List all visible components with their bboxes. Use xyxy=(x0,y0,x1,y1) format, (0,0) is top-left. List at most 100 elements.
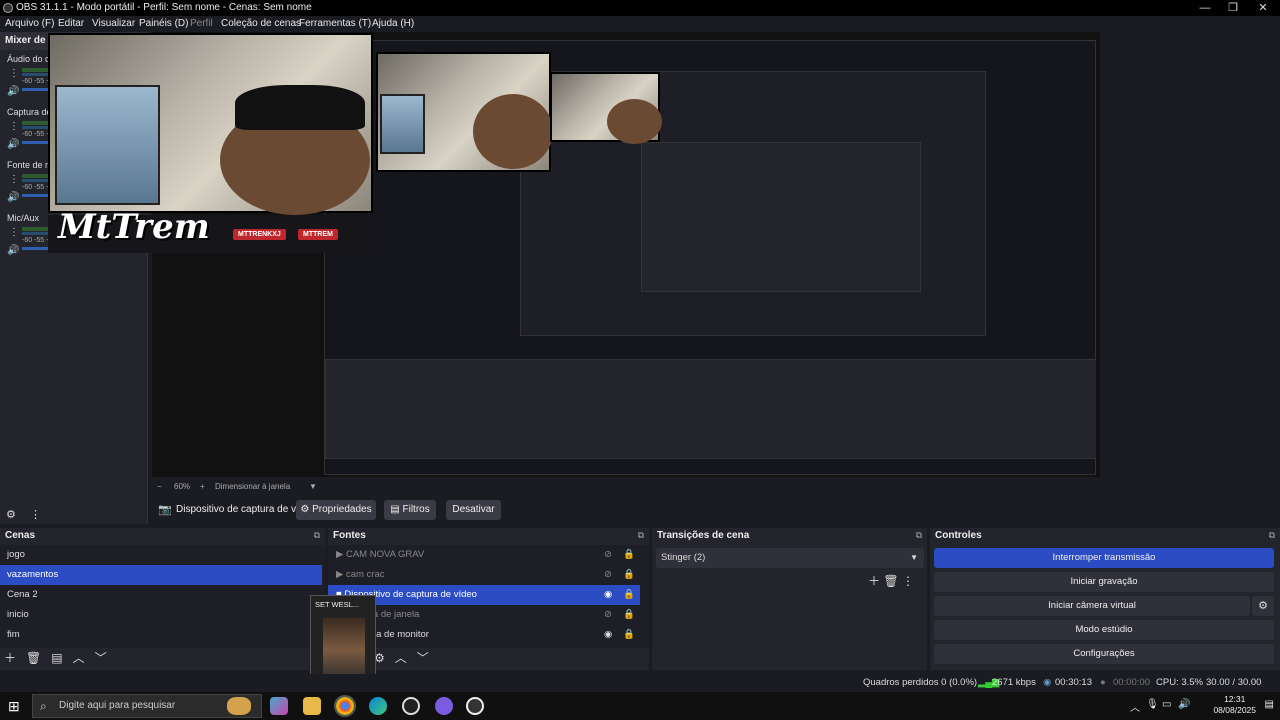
advanced-audio-icon[interactable]: ⚙ xyxy=(6,508,16,521)
move-down-icon[interactable]: ﹀ xyxy=(95,651,107,665)
scene-filters-icon[interactable]: ▤ xyxy=(51,651,62,665)
studio-mode-button[interactable]: Modo estúdio xyxy=(934,620,1274,640)
float-dock-icon[interactable]: ⧉ xyxy=(916,528,922,543)
move-up-icon[interactable]: ︿ xyxy=(73,651,85,665)
scene-item[interactable]: Cena 2 xyxy=(0,585,322,605)
windows-start-icon[interactable]: ⊞ xyxy=(8,699,22,713)
source-name: CAM NOVA GRAV xyxy=(345,549,425,560)
sources-header: Fontes ⧉ xyxy=(328,528,649,543)
resize-to-window[interactable]: Dimensionar à janela xyxy=(215,482,290,491)
lock-icon[interactable]: 🔒 xyxy=(623,565,635,585)
scene-item[interactable]: fim xyxy=(0,625,322,645)
gear-icon: ⚙ xyxy=(300,504,313,515)
lock-icon[interactable]: 🔒 xyxy=(623,545,635,565)
menu-file[interactable]: Arquivo (F) xyxy=(5,16,54,32)
virtual-camera-settings-icon[interactable]: ⚙ xyxy=(1252,596,1274,616)
copilot-icon[interactable] xyxy=(270,697,288,715)
transition-menu-icon[interactable]: ⋮ xyxy=(902,574,914,588)
float-dock-icon[interactable]: ⧉ xyxy=(1269,528,1275,543)
channel-menu-icon[interactable]: ⋮ xyxy=(9,174,19,185)
volume-icon[interactable]: 🔊 xyxy=(1178,699,1190,710)
eye-icon[interactable]: ◉ xyxy=(604,585,612,605)
scene-item[interactable]: vazamentos xyxy=(0,565,322,585)
eye-hidden-icon[interactable]: ⊘ xyxy=(604,565,612,585)
menu-scene-collection[interactable]: Coleção de cenas xyxy=(221,16,301,32)
chrome-icon[interactable] xyxy=(334,695,356,717)
float-dock-icon[interactable]: ⧉ xyxy=(314,528,320,543)
controls-header: Controles ⧉ xyxy=(930,528,1280,543)
scenes-title: Cenas xyxy=(5,530,36,541)
menu-profile[interactable]: Perfil xyxy=(190,16,213,32)
chevron-up-icon[interactable]: ︿ xyxy=(1130,699,1140,714)
remove-transition-icon[interactable]: 🗑 xyxy=(883,574,898,588)
menu-help[interactable]: Ajuda (H) xyxy=(372,16,414,32)
search-icon: ⌕ xyxy=(40,699,47,713)
menu-view[interactable]: Visualizar xyxy=(92,16,135,32)
webcam-overlay-recursive xyxy=(550,72,662,144)
speaker-icon[interactable]: 🔊 xyxy=(7,192,19,203)
webcam-overlay xyxy=(48,33,373,215)
channel-menu-icon[interactable]: ⋮ xyxy=(9,68,19,79)
taskbar-search[interactable]: ⌕ Digite aqui para pesquisar xyxy=(32,694,262,718)
clock[interactable]: 12:31 08/08/2025 xyxy=(1213,694,1256,716)
speaker-icon[interactable]: 🔊 xyxy=(7,245,19,256)
mixer-menu-icon[interactable]: ⋮ xyxy=(30,508,41,521)
lock-icon[interactable]: 🔒 xyxy=(623,605,635,625)
menu-edit[interactable]: Editar xyxy=(58,16,84,32)
properties-button[interactable]: ⚙ Propriedades xyxy=(296,500,376,520)
zoom-in-button[interactable]: + xyxy=(200,482,205,491)
transition-select[interactable]: Stinger (2) ▼ xyxy=(656,548,924,568)
network-icon[interactable]: ▭ xyxy=(1162,699,1171,710)
stop-streaming-button[interactable]: Interromper transmissão xyxy=(934,548,1274,568)
transition-actions: ＋ 🗑 ⋮ xyxy=(868,572,914,589)
move-down-icon[interactable]: ﹀ xyxy=(417,651,429,665)
zoom-dropdown-icon[interactable]: ▼ xyxy=(309,482,317,491)
move-up-icon[interactable]: ︿ xyxy=(395,651,407,665)
source-item[interactable]: ▶ cam crac ⊘ 🔒 xyxy=(328,565,640,585)
close-button[interactable]: ✕ xyxy=(1248,0,1278,16)
bitrate: 2671 kbps xyxy=(992,677,1036,688)
scene-item[interactable]: jogo xyxy=(0,545,322,565)
menu-tools[interactable]: Ferramentas (T) xyxy=(299,16,371,32)
speaker-icon[interactable]: 🔊 xyxy=(7,86,19,97)
lock-icon[interactable]: 🔒 xyxy=(623,625,635,645)
lock-icon[interactable]: 🔒 xyxy=(623,585,635,605)
file-explorer-icon[interactable] xyxy=(303,697,321,715)
remove-scene-icon[interactable]: 🗑 xyxy=(26,651,41,665)
time: 12:31 xyxy=(1224,694,1246,704)
source-item[interactable]: ▶ CAM NOVA GRAV ⊘ 🔒 xyxy=(328,545,640,565)
eye-hidden-icon[interactable]: ⊘ xyxy=(604,605,612,625)
zoom-value: 60% xyxy=(174,482,191,491)
record-icon: ● xyxy=(1100,677,1106,688)
eye-hidden-icon[interactable]: ⊘ xyxy=(604,545,612,565)
eye-icon[interactable]: ◉ xyxy=(604,625,612,645)
app-icon[interactable] xyxy=(466,697,484,715)
notifications-icon[interactable]: ▤ xyxy=(1265,699,1274,710)
controls-title: Controles xyxy=(935,530,982,541)
maximize-button[interactable]: ❐ xyxy=(1218,0,1248,16)
play-icon: ▶ xyxy=(336,549,346,560)
menu-docks[interactable]: Painéis (D) xyxy=(139,16,188,32)
speaker-icon[interactable]: 🔊 xyxy=(7,139,19,150)
sources-title: Fontes xyxy=(333,530,366,541)
filters-button[interactable]: ▤ Filtros xyxy=(384,500,436,520)
edge-icon[interactable] xyxy=(369,697,387,715)
obs-icon[interactable] xyxy=(402,697,420,715)
start-recording-button[interactable]: Iniciar gravação xyxy=(934,572,1274,592)
microphone-icon[interactable]: 🎙 xyxy=(1146,699,1159,710)
scene-item[interactable]: inicio xyxy=(0,605,322,625)
discord-icon[interactable] xyxy=(435,697,453,715)
channel-menu-icon[interactable]: ⋮ xyxy=(9,227,19,238)
add-transition-icon[interactable]: ＋ xyxy=(868,574,880,588)
preview-area[interactable]: MtTrem MTTRENKXJ MTTREM xyxy=(48,32,1100,477)
start-virtual-camera-button[interactable]: Iniciar câmera virtual xyxy=(934,596,1250,616)
deactivate-button[interactable]: Desativar xyxy=(446,500,501,520)
cap-in-webcam xyxy=(235,85,365,130)
add-scene-icon[interactable]: ＋ xyxy=(4,651,16,665)
minimize-button[interactable]: — xyxy=(1190,0,1220,16)
float-dock-icon[interactable]: ⧉ xyxy=(638,528,644,543)
channel-menu-icon[interactable]: ⋮ xyxy=(9,121,19,132)
settings-button[interactable]: Configurações xyxy=(934,644,1274,664)
brand-tag-1: MTTRENKXJ xyxy=(233,229,286,240)
zoom-out-button[interactable]: − xyxy=(157,482,162,491)
